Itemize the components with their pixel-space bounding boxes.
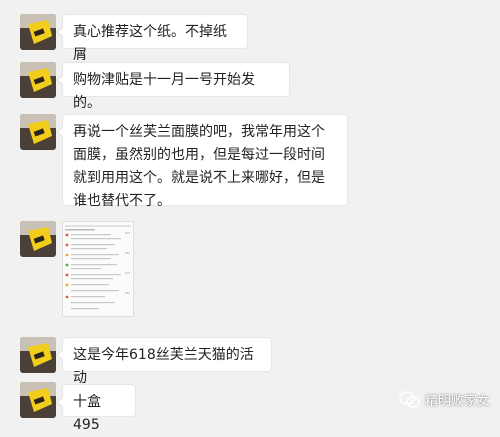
avatar-image	[20, 221, 56, 257]
message-text: 真心推荐这个纸。不掉纸屑	[73, 24, 227, 63]
avatar-image	[20, 337, 56, 373]
avatar-image	[20, 382, 56, 418]
message-bubble[interactable]: 十盒495	[56, 384, 136, 433]
avatar[interactable]	[20, 14, 56, 50]
message-text: 再说一个丝芙兰面膜的吧，我常年用这个面膜，虽然别的也用，但是每过一段时间就到用用…	[73, 124, 325, 209]
avatar-image	[20, 62, 56, 98]
watermark-text: 精明败家女	[424, 394, 490, 409]
avatar-image	[20, 114, 56, 150]
avatar-image	[20, 14, 56, 50]
message-text: 这是今年618丝芙兰天猫的活动	[73, 347, 254, 386]
message-text: 十盒495	[73, 394, 101, 433]
wechat-icon	[399, 390, 420, 408]
avatar[interactable]	[20, 337, 56, 373]
message-bubble[interactable]: 真心推荐这个纸。不掉纸屑	[56, 14, 248, 63]
avatar[interactable]	[20, 114, 56, 150]
message-bubble[interactable]: 这是今年618丝芙兰天猫的活动	[56, 337, 272, 386]
watermark: 精明败家女	[399, 390, 490, 409]
avatar[interactable]	[20, 62, 56, 98]
image-message-thumbnail[interactable]	[62, 221, 134, 317]
message-bubble[interactable]: 购物津贴是十一月一号开始发的。	[56, 62, 290, 111]
screenshot-image	[63, 222, 133, 316]
message-bubble[interactable]: 再说一个丝芙兰面膜的吧，我常年用这个面膜，虽然别的也用，但是每过一段时间就到用用…	[56, 114, 348, 209]
avatar[interactable]	[20, 382, 56, 418]
avatar[interactable]	[20, 221, 56, 257]
message-text: 购物津贴是十一月一号开始发的。	[73, 72, 255, 111]
